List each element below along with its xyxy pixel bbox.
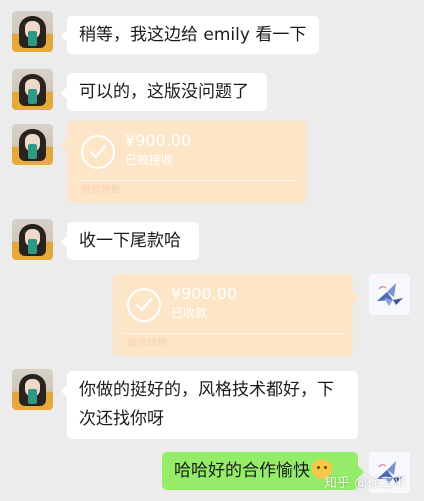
check-circle-icon [81, 135, 115, 169]
message-bubble[interactable]: 可以的，这版没问题了 [61, 73, 267, 111]
message-bubble[interactable]: 稍等，我这边给 emily 看一下 [61, 16, 319, 54]
paper-crane-icon [369, 274, 410, 315]
contact-avatar[interactable] [12, 124, 53, 165]
self-avatar[interactable] [369, 274, 410, 315]
message-text: 稍等，我这边给 emily 看一下 [79, 25, 307, 45]
message-bubble[interactable]: 你做的挺好的，风格技术都好，下次还找你呀 [61, 371, 358, 439]
transfer-label: 微信转账 [81, 185, 121, 196]
contact-avatar[interactable] [12, 219, 53, 260]
message-bubble[interactable]: 收一下尾款哈 [61, 222, 199, 260]
message-text: 你做的挺好的，风格技术都好，下次还找你呀 [79, 380, 334, 429]
transfer-amount: ¥900.00 [171, 284, 238, 303]
contact-avatar[interactable] [12, 11, 53, 52]
watermark-text: 知乎 @徐三平 [323, 476, 406, 491]
check-circle-icon [127, 288, 161, 322]
transfer-status: 已收款 [171, 306, 208, 320]
message-text: 可以的，这版没问题了 [79, 82, 249, 102]
transfer-card[interactable]: ¥900.00 已被接收 微信转账 [61, 121, 307, 203]
avatar-phone [28, 389, 37, 404]
contact-avatar[interactable] [12, 69, 53, 110]
transfer-divider [77, 180, 297, 181]
message-text: 收一下尾款哈 [79, 231, 181, 251]
contact-avatar[interactable] [12, 369, 53, 410]
transfer-divider [123, 333, 343, 334]
avatar-phone [28, 89, 37, 104]
avatar-phone [28, 31, 37, 46]
message-text: 哈哈好的合作愉快 [174, 461, 310, 481]
transfer-status: 已被接收 [125, 153, 174, 167]
transfer-card[interactable]: ¥900.00 已收款 微信转账 [113, 274, 359, 356]
avatar-phone [28, 144, 37, 159]
transfer-amount: ¥900.00 [125, 131, 192, 150]
avatar-phone [28, 239, 37, 254]
transfer-label: 微信转账 [127, 338, 167, 349]
